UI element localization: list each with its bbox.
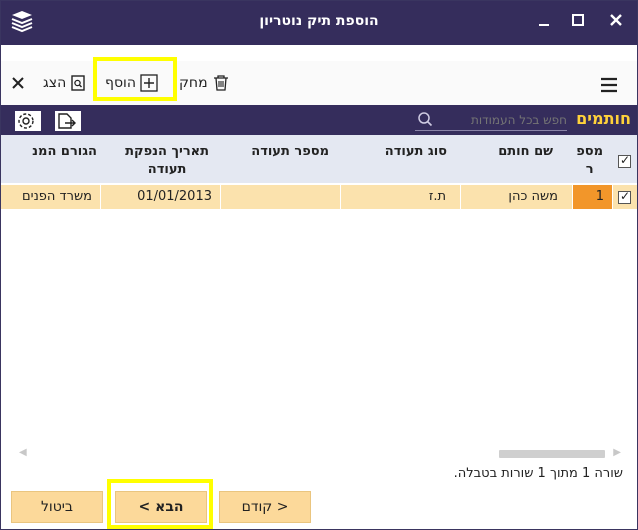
column-header-name[interactable]: שם חותם — [498, 143, 553, 161]
column-header-doc-number[interactable]: מספר תעודה — [251, 143, 329, 161]
search-box — [415, 110, 567, 131]
column-header-doc-type[interactable]: סוג תעודה — [385, 143, 447, 161]
minimize-icon — [539, 24, 549, 26]
column-header-number[interactable]: מספ ר — [576, 143, 603, 179]
maximize-icon — [572, 14, 584, 26]
issue-date: 01/01/2013 — [101, 185, 221, 209]
row-number: 1 — [573, 185, 613, 209]
close-icon — [610, 14, 622, 26]
scrollbar-thumb[interactable] — [499, 450, 605, 458]
hamburger-menu-icon — [601, 77, 617, 93]
issuer: משרד הפנים — [1, 185, 101, 209]
scroll-left-icon[interactable]: ◀ — [19, 447, 27, 458]
select-all-checkbox[interactable] — [618, 153, 631, 168]
table-header: מספ ר שם חותם סוג תעודה מספר תעודה תאריך… — [1, 135, 637, 183]
previous-button[interactable]: < קודם — [219, 491, 311, 523]
gear-icon — [18, 113, 34, 129]
maximize-button[interactable] — [567, 11, 589, 33]
dialog-window: הוספת תיק נוטריון הצג הוסף מחק חותמים חפ… — [0, 0, 638, 530]
next-button-highlight — [107, 479, 213, 529]
column-header-issuer[interactable]: הגורם המנ — [17, 143, 97, 161]
close-icon — [12, 77, 24, 89]
row-checkbox[interactable] — [618, 189, 631, 204]
export-button[interactable] — [55, 111, 81, 131]
column-header-issue-date[interactable]: תאריך הנפקת תעודה — [125, 143, 209, 179]
export-icon — [58, 113, 76, 129]
section-title: חותמים — [576, 109, 631, 128]
scroll-right-icon[interactable]: ▶ — [613, 447, 621, 458]
row-count-status: שורה 1 מתוך 1 שורות בטבלה. — [453, 466, 623, 481]
delete-label: מחק — [179, 75, 208, 91]
table-row[interactable]: 1 משה כהן ת.ז 01/01/2013 משרד הפנים — [1, 185, 637, 209]
settings-button[interactable] — [15, 111, 41, 131]
menu-button[interactable] — [599, 73, 619, 97]
preview-icon — [71, 75, 85, 91]
document-type: ת.ז — [341, 185, 461, 209]
horizontal-scrollbar[interactable]: ◀ ▶ — [19, 447, 621, 461]
cancel-button[interactable]: ביטול — [11, 491, 103, 523]
trash-icon — [213, 75, 228, 91]
document-number — [221, 185, 341, 209]
search-icon — [418, 112, 433, 127]
view-label: הצג — [43, 75, 67, 91]
minimize-button[interactable] — [533, 11, 555, 33]
add-button-highlight — [93, 57, 177, 101]
view-button[interactable]: הצג — [43, 71, 86, 95]
toolbar-close-button[interactable] — [11, 71, 25, 95]
title-bar: הוספת תיק נוטריון — [1, 1, 637, 45]
signer-name: משה כהן — [461, 185, 573, 209]
signers-section-bar: חותמים — [1, 105, 637, 135]
search-input[interactable] — [435, 111, 567, 129]
delete-button[interactable]: מחק — [179, 71, 230, 95]
close-button[interactable] — [605, 11, 627, 33]
